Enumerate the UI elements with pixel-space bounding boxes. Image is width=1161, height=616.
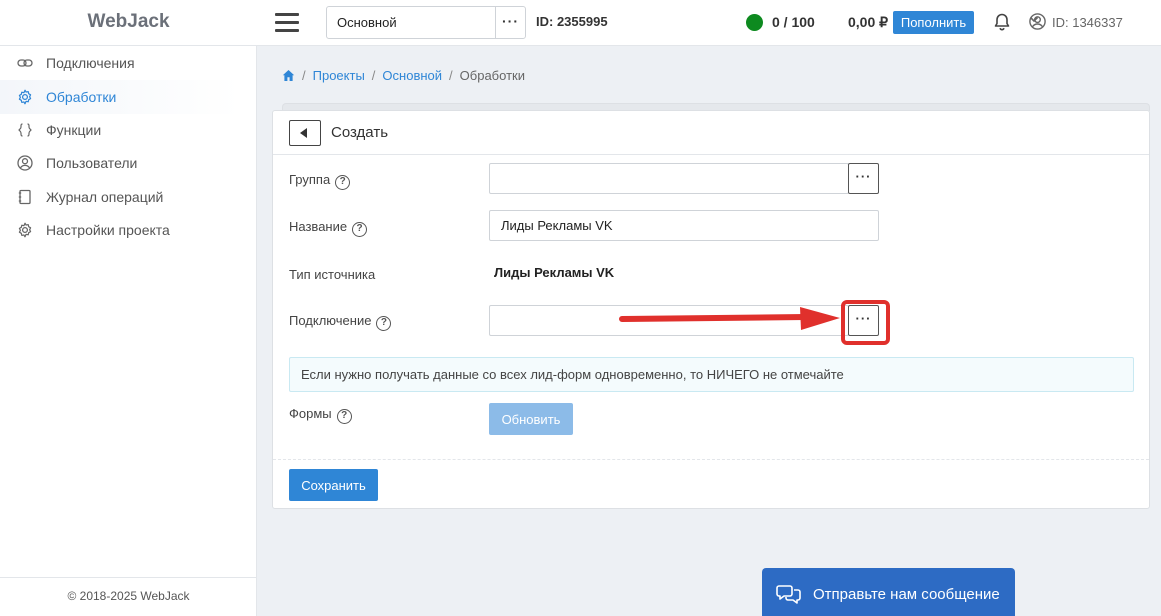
help-icon[interactable]: ? [376,316,392,331]
sidebar-item-journal[interactable]: Журнал операций [0,180,240,214]
group-label: Группа? [289,172,351,190]
sidebar-item-project-settings[interactable]: Настройки проекта [0,213,240,247]
create-processing-card: Создать Группа? ··· Название? Лиды Рекла… [272,110,1150,509]
sidebar: Подключения Обработки Функции Пользовате… [0,46,257,616]
journal-icon [18,189,31,205]
gear-icon [18,89,32,105]
breadcrumb-separator: / [302,68,306,83]
copyright: © 2018-2025 WebJack [0,577,257,616]
limit-counter: 0 / 100 [772,14,815,30]
chat-widget-label: Отправьте нам сообщение [813,586,1000,603]
sidebar-item-functions[interactable]: Функции [0,113,240,147]
help-icon[interactable]: ? [336,409,352,424]
sidebar-item-processing[interactable]: Обработки [0,80,240,114]
name-label: Название? [289,219,368,237]
sidebar-item-connections[interactable]: Подключения [0,46,240,80]
source-type-value: Лиды Рекламы VK [494,265,615,280]
chevron-down-icon [1029,16,1039,23]
sidebar-item-label: Обработки [46,89,117,105]
source-type-label: Тип источника [289,267,376,282]
app-logo[interactable]: WebJack [0,0,257,46]
menu-toggle-icon[interactable] [275,13,299,33]
balance-amount: 0,00 ₽ [848,14,889,30]
sidebar-item-label: Функции [46,122,102,138]
braces-icon [18,123,32,137]
sidebar-item-label: Пользователи [46,155,138,171]
sidebar-item-label: Журнал операций [46,189,164,205]
gear-icon [18,222,32,238]
status-indicator-icon [746,14,763,31]
top-header: WebJack Основной ··· ID: 2355995 0 / 100… [0,0,1161,46]
breadcrumb: / Проекты / Основной / Обработки [282,68,525,85]
connection-label: Подключение? [289,313,392,331]
breadcrumb-projects[interactable]: Проекты [313,68,365,83]
bell-icon[interactable] [992,12,1012,32]
chat-widget-button[interactable]: Отправьте нам сообщение [762,568,1015,616]
project-select[interactable]: Основной [326,6,496,39]
sidebar-item-users[interactable]: Пользователи [0,146,240,180]
home-icon[interactable] [282,69,295,85]
name-input[interactable]: Лиды Рекламы VK [489,210,879,241]
breadcrumb-separator: / [371,68,376,83]
annotation-arrow-icon [619,307,840,330]
project-more-button[interactable]: ··· [495,6,526,39]
card-header: Создать [273,111,1149,155]
connection-label-text: Подключение [289,313,372,328]
user-id: ID: 1346337 [1052,15,1123,30]
card-footer: Сохранить [273,459,1149,509]
save-button[interactable]: Сохранить [289,469,378,501]
group-more-button[interactable]: ··· [848,163,879,194]
group-label-text: Группа [289,172,331,187]
breadcrumb-current: Обработки [459,68,525,83]
help-icon[interactable]: ? [335,175,351,190]
sidebar-item-label: Настройки проекта [46,222,170,238]
forms-label-text: Формы [289,406,332,421]
back-arrow-icon [300,128,307,138]
page-title: Создать [331,124,389,141]
breadcrumb-separator: / [449,68,453,83]
project-id: ID: 2355995 [536,14,608,29]
name-label-text: Название [289,219,348,234]
info-alert: Если нужно получать данные со всех лид-ф… [289,357,1134,392]
refresh-button[interactable]: Обновить [489,403,573,435]
help-icon[interactable]: ? [352,222,368,237]
group-input[interactable] [489,163,849,194]
breadcrumb-project[interactable]: Основной [382,68,442,83]
user-icon [17,155,33,171]
annotation-highlight-box [841,300,890,345]
back-button[interactable] [289,120,321,146]
chat-bubbles-icon [776,585,801,604]
forms-label: Формы? [289,406,352,424]
sidebar-item-label: Подключения [46,55,135,71]
topup-button[interactable]: Пополнить [893,11,974,34]
link-icon [17,59,33,67]
